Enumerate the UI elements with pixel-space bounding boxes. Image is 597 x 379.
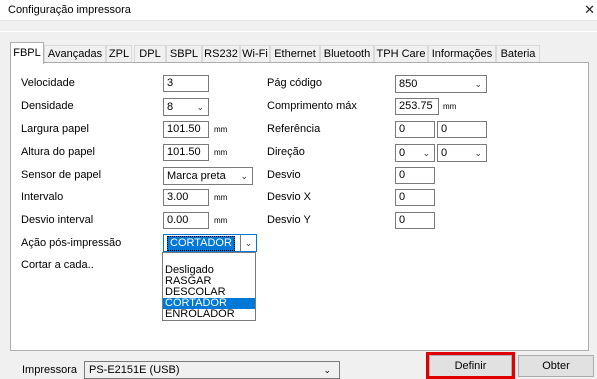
divider <box>0 31 597 32</box>
comprimento-label: Comprimento máx <box>267 100 357 112</box>
desvio-interval-input[interactable]: 0.00 <box>163 212 209 229</box>
intervalo-label: Intervalo <box>21 191 64 203</box>
tab-dpl[interactable]: DPL <box>134 45 166 63</box>
obter-button[interactable]: Obter <box>518 355 594 377</box>
intervalo-input[interactable]: 3.00 <box>163 189 209 206</box>
desvio-interval-label: Desvio interval <box>21 214 94 226</box>
largura-unit: mm <box>214 125 228 134</box>
altura-input[interactable]: 101.50 <box>163 144 209 161</box>
desvio-label: Desvio <box>267 169 301 181</box>
chevron-down-icon[interactable]: ⌄ <box>240 235 256 251</box>
intervalo-unit: mm <box>214 193 228 202</box>
pag-codigo-select[interactable]: 850 ⌄ <box>395 75 487 93</box>
dropdown-option-enrolador[interactable]: ENROLADOR <box>163 309 255 320</box>
chevron-down-icon: ⌄ <box>474 148 482 158</box>
densidade-value: 8 <box>167 101 174 113</box>
desvio-y-input[interactable]: 0 <box>395 212 435 229</box>
referencia-x-input[interactable]: 0 <box>395 121 435 138</box>
tab-bluetooth[interactable]: Bluetooth <box>320 45 374 63</box>
densidade-label: Densidade <box>21 100 74 112</box>
sensor-value: Marca preta <box>167 170 226 182</box>
densidade-select[interactable]: 8 ⌄ <box>163 98 209 116</box>
altura-unit: mm <box>214 148 228 157</box>
velocidade-label: Velocidade <box>21 77 75 89</box>
tab-avancadas[interactable]: Avançadas <box>44 45 106 63</box>
chevron-down-icon: ⌄ <box>240 171 248 181</box>
referencia-label: Referência <box>267 123 321 135</box>
acao-pos-impressao-value: CORTADOR <box>167 236 235 251</box>
acao-pos-impressao-label: Ação pós-impressão <box>21 237 122 249</box>
pag-codigo-label: Pág código <box>267 77 323 89</box>
settings-panel: Velocidade Densidade Largura papel Altur… <box>10 62 589 351</box>
sensor-label: Sensor de papel <box>21 169 102 181</box>
direcao-select-2[interactable]: 0 ⌄ <box>437 144 487 162</box>
sensor-select[interactable]: Marca preta ⌄ <box>163 167 253 185</box>
definir-button[interactable]: Definir <box>429 355 512 377</box>
direcao-value-1: 0 <box>399 147 406 159</box>
direcao-select-1[interactable]: 0 ⌄ <box>395 144 435 162</box>
comprimento-unit: mm <box>443 102 457 111</box>
largura-input[interactable]: 101.50 <box>163 121 209 138</box>
acao-pos-impressao-select[interactable]: CORTADOR ⌄ <box>163 234 257 252</box>
chevron-down-icon: ⌄ <box>323 365 331 375</box>
printer-select[interactable]: PS-E2151E (USB) ⌄ <box>84 361 340 379</box>
tab-ethernet[interactable]: Ethernet <box>270 45 320 63</box>
referencia-y-input[interactable]: 0 <box>437 121 487 138</box>
pag-codigo-value: 850 <box>399 78 418 90</box>
tab-rs232[interactable]: RS232 <box>202 45 240 63</box>
printer-label: Impressora <box>22 364 78 376</box>
desvio-x-input[interactable]: 0 <box>395 189 435 206</box>
chevron-down-icon: ⌄ <box>422 148 430 158</box>
chevron-down-icon: ⌄ <box>474 79 482 89</box>
comprimento-input[interactable]: 253.75 <box>395 98 439 115</box>
tab-informacoes[interactable]: Informações <box>428 45 496 63</box>
window-title: Configuração impressora <box>8 4 131 16</box>
largura-label: Largura papel <box>21 123 89 135</box>
direcao-label: Direção <box>267 146 305 158</box>
close-icon[interactable]: ✕ <box>584 2 595 18</box>
tab-zpl[interactable]: ZPL <box>106 45 132 63</box>
altura-label: Altura do papel <box>21 146 95 158</box>
tab-wifi[interactable]: Wi-Fi <box>240 45 270 63</box>
tab-bateria[interactable]: Bateria <box>496 45 540 63</box>
printer-value: PS-E2151E (USB) <box>89 364 180 376</box>
desvio-input[interactable]: 0 <box>395 167 435 184</box>
desvio-x-label: Desvio X <box>267 191 312 203</box>
tab-sbpl[interactable]: SBPL <box>166 45 202 63</box>
cortar-a-cada-label: Cortar a cada.. <box>21 259 94 271</box>
direcao-value-2: 0 <box>441 147 448 159</box>
desvio-interval-unit: mm <box>214 216 228 225</box>
tab-fbpl[interactable]: FBPL <box>10 42 44 64</box>
velocidade-input[interactable]: 3 <box>163 75 209 92</box>
tab-tph-care[interactable]: TPH Care <box>374 45 428 63</box>
chevron-down-icon: ⌄ <box>196 102 204 112</box>
title-bar: Configuração impressora ✕ <box>0 0 597 21</box>
desvio-y-label: Desvio Y <box>267 214 311 226</box>
acao-dropdown-list: Desligado RASGAR DESCOLAR CORTADOR ENROL… <box>162 252 256 321</box>
